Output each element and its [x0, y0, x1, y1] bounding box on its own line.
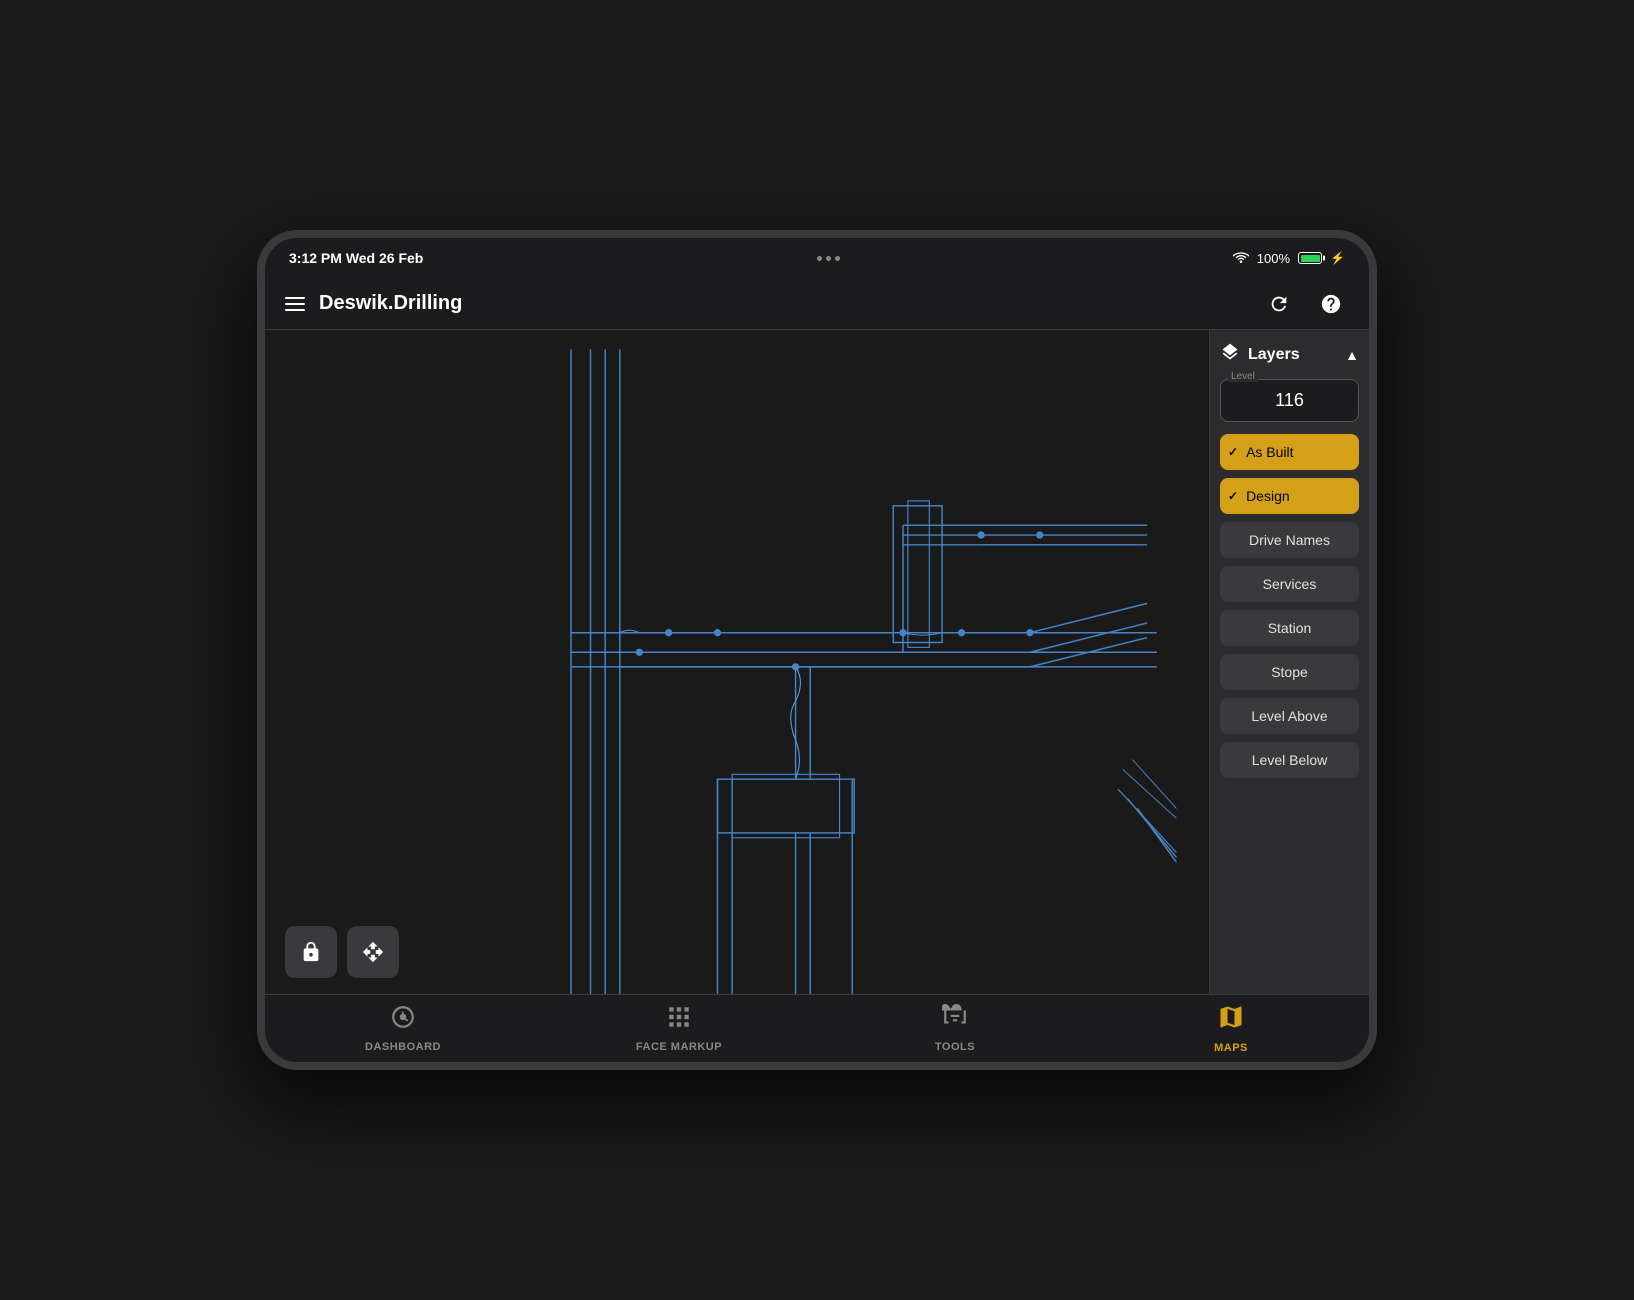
- layer-button-level-below[interactable]: Level Below: [1220, 742, 1359, 778]
- layer-button-station[interactable]: Station: [1220, 610, 1359, 646]
- layer-button-design[interactable]: ✓ Design: [1220, 478, 1359, 514]
- wifi-icon: [1233, 250, 1249, 266]
- dashboard-icon: [390, 1004, 416, 1037]
- refresh-button[interactable]: [1261, 286, 1297, 322]
- layer-button-services[interactable]: Services: [1220, 566, 1359, 602]
- status-right: 100% ⚡: [1233, 250, 1345, 266]
- bottom-controls: [285, 926, 399, 978]
- level-input[interactable]: [1220, 379, 1359, 422]
- battery-fill: [1301, 255, 1320, 262]
- move-button[interactable]: [347, 926, 399, 978]
- header-right: [1261, 286, 1349, 322]
- layers-header-left: Layers: [1220, 342, 1300, 367]
- maps-icon: [1217, 1003, 1245, 1038]
- layer-button-drive-names[interactable]: Drive Names: [1220, 522, 1359, 558]
- layers-stack-icon: [1220, 342, 1240, 367]
- header-left: Deswik.Drilling: [285, 292, 462, 315]
- layers-header: Layers ▲: [1220, 342, 1359, 367]
- layers-panel: Layers ▲ Level ✓ As Built ✓ Design Drive…: [1209, 330, 1369, 994]
- map-svg: [265, 330, 1209, 994]
- map-area[interactable]: [265, 330, 1209, 994]
- layers-title: Layers: [1248, 346, 1300, 364]
- nav-item-dashboard[interactable]: DASHBOARD: [265, 1004, 541, 1053]
- nav-item-face-markup[interactable]: FACE MARKUP: [541, 1004, 817, 1053]
- status-time: 3:12 PM Wed 26 Feb: [289, 250, 423, 266]
- layer-button-stope[interactable]: Stope: [1220, 654, 1359, 690]
- layer-button-level-above[interactable]: Level Above: [1220, 698, 1359, 734]
- lock-button[interactable]: [285, 926, 337, 978]
- menu-button[interactable]: [285, 297, 305, 311]
- status-dot-1: [817, 256, 822, 261]
- face-markup-label: FACE MARKUP: [636, 1041, 722, 1053]
- main-content: Layers ▲ Level ✓ As Built ✓ Design Drive…: [265, 330, 1369, 994]
- checkmark-icon: ✓: [1228, 489, 1238, 503]
- layer-button-as-built[interactable]: ✓ As Built: [1220, 434, 1359, 470]
- face-markup-icon: [666, 1004, 692, 1037]
- dashboard-label: DASHBOARD: [365, 1041, 441, 1053]
- battery-percent: 100%: [1257, 251, 1290, 266]
- battery-icon: [1298, 252, 1322, 264]
- app-header: Deswik.Drilling: [265, 278, 1369, 330]
- status-dot-2: [826, 256, 831, 261]
- layers-collapse-button[interactable]: ▲: [1345, 347, 1359, 363]
- charging-icon: ⚡: [1330, 251, 1345, 265]
- hamburger-line-1: [285, 297, 305, 299]
- status-dot-3: [835, 256, 840, 261]
- status-dots: [817, 256, 840, 261]
- hamburger-line-2: [285, 303, 305, 305]
- tools-label: TOOLS: [935, 1041, 975, 1053]
- level-input-container: Level: [1220, 379, 1359, 422]
- status-bar: 3:12 PM Wed 26 Feb 100% ⚡: [265, 238, 1369, 278]
- app-title: Deswik.Drilling: [319, 292, 462, 315]
- tools-icon: [942, 1004, 968, 1037]
- help-button[interactable]: [1313, 286, 1349, 322]
- checkmark-icon: ✓: [1228, 445, 1238, 459]
- bottom-nav: DASHBOARD FACE MARKUP: [265, 994, 1369, 1062]
- nav-item-tools[interactable]: TOOLS: [817, 1004, 1093, 1053]
- nav-item-maps[interactable]: MAPS: [1093, 1003, 1369, 1054]
- hamburger-line-3: [285, 309, 305, 311]
- device-frame: 3:12 PM Wed 26 Feb 100% ⚡: [257, 230, 1377, 1070]
- maps-label: MAPS: [1214, 1042, 1248, 1054]
- level-label: Level: [1228, 371, 1258, 382]
